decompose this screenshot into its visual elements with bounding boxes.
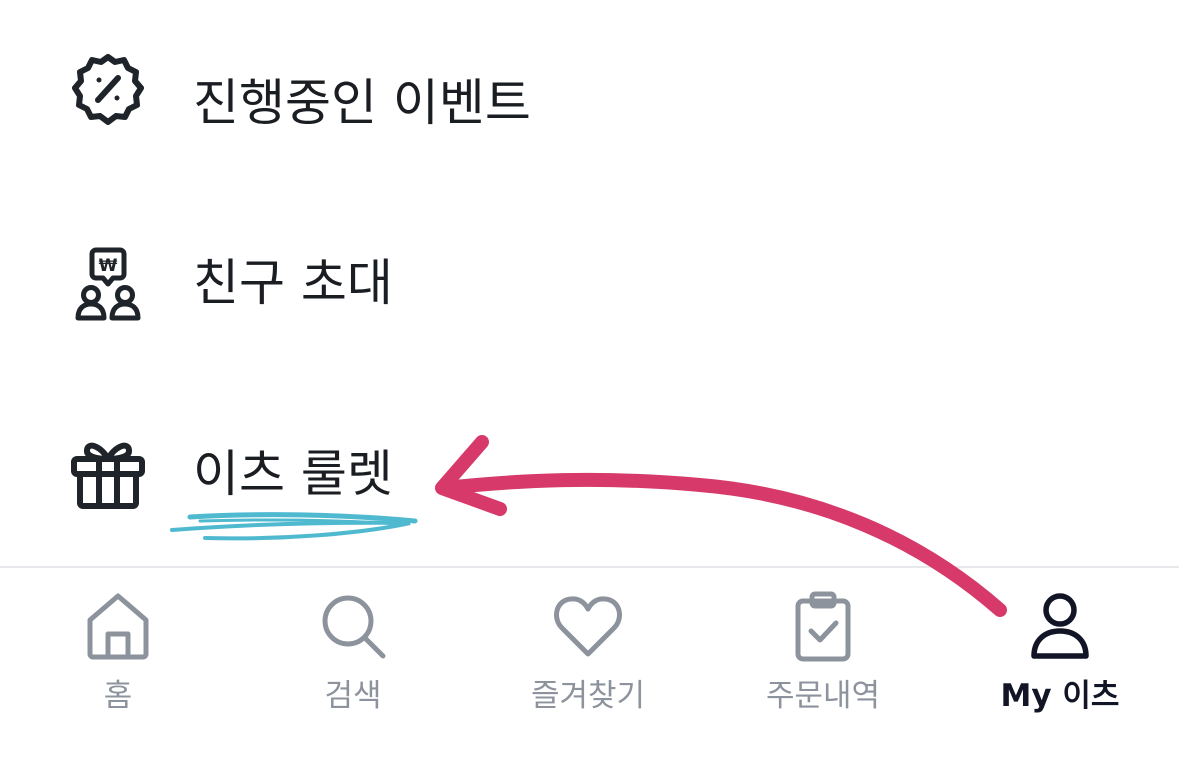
menu-label-events: 진행중인 이벤트 xyxy=(193,74,531,132)
tab-orders-label: 주문내역 xyxy=(765,678,881,714)
tab-home[interactable]: 홈 xyxy=(3,568,233,767)
bottom-tab-bar: 홈 검색 즐겨찾기 주문내역 My 이츠 xyxy=(0,566,1179,767)
tab-favorites[interactable]: 즐겨찾기 xyxy=(473,568,703,767)
menu-item-eats-roulette[interactable]: 이츠 룰렛 xyxy=(0,400,1179,550)
user-icon xyxy=(1022,588,1098,664)
heart-icon xyxy=(550,588,626,664)
clipboard-check-icon xyxy=(785,588,861,664)
tab-my-eats-label: My 이츠 xyxy=(1000,678,1120,714)
menu-label-eats-roulette: 이츠 룰렛 xyxy=(193,445,393,503)
menu-item-events[interactable]: 진행중인 이벤트 xyxy=(0,15,1179,165)
tab-my-eats[interactable]: My 이츠 xyxy=(945,568,1175,767)
tab-favorites-label: 즐겨찾기 xyxy=(530,678,646,714)
menu-label-invite-friends: 친구 초대 xyxy=(193,254,393,312)
tab-home-label: 홈 xyxy=(103,678,133,714)
tab-search-label: 검색 xyxy=(324,678,382,714)
tab-search[interactable]: 검색 xyxy=(238,568,468,767)
gift-icon xyxy=(68,433,148,513)
search-icon xyxy=(315,588,391,664)
invite-friends-icon: ₩ xyxy=(68,244,148,324)
menu-item-invite-friends[interactable]: ₩ 친구 초대 xyxy=(0,210,1179,360)
tab-orders[interactable]: 주문내역 xyxy=(708,568,938,767)
home-icon xyxy=(80,588,156,664)
discount-badge-icon xyxy=(68,50,148,130)
svg-text:₩: ₩ xyxy=(99,256,118,276)
